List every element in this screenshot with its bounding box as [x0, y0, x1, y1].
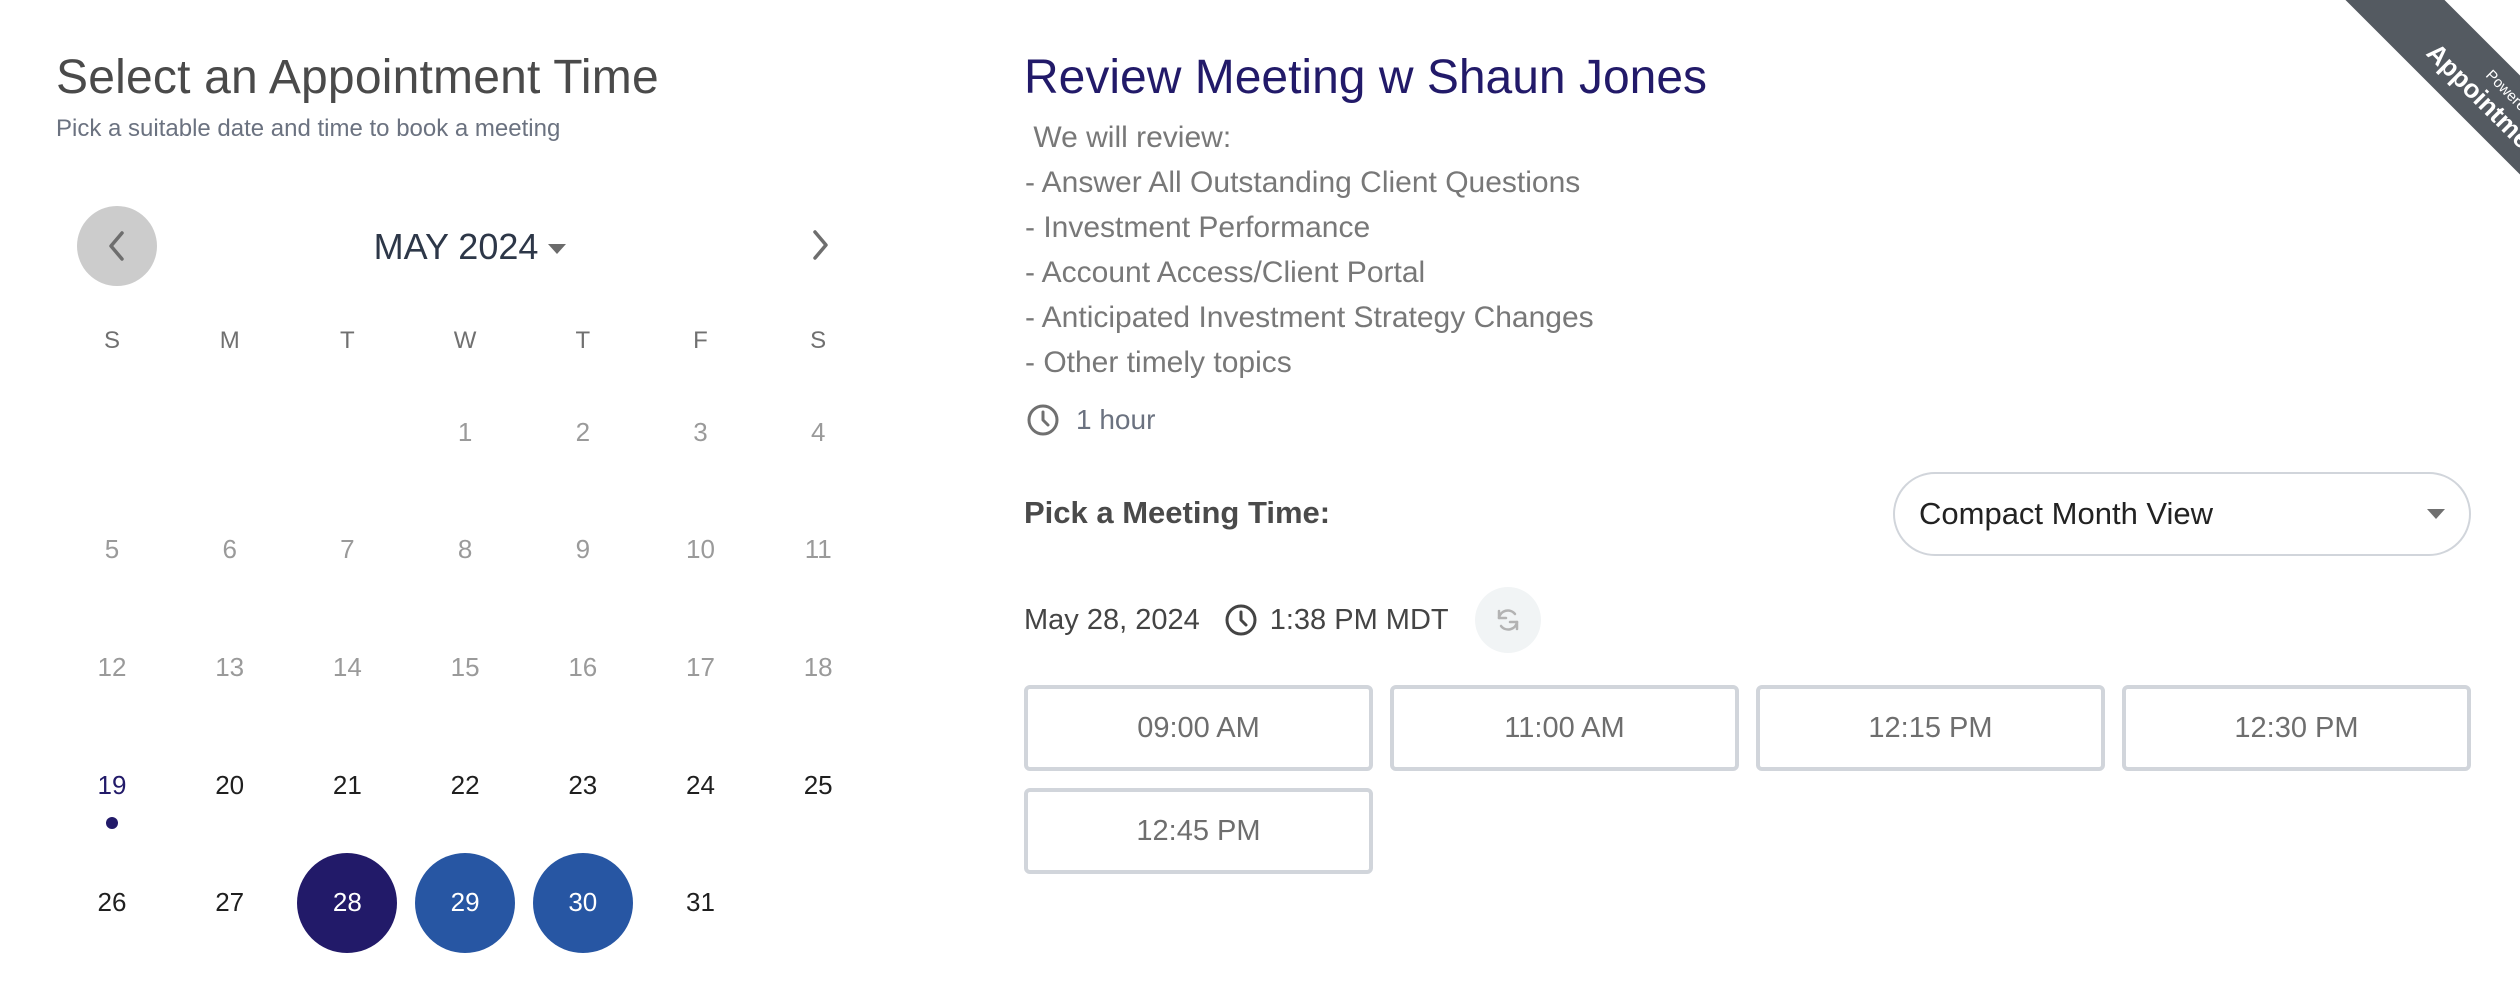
- weekday-label: W: [453, 327, 477, 354]
- calendar-day-13: 13: [215, 651, 245, 682]
- clock-icon: [1224, 603, 1258, 637]
- calendar-day-7: 7: [340, 534, 355, 565]
- calendar-day-12: 12: [97, 651, 127, 682]
- selected-date: May 28, 2024: [1024, 603, 1200, 636]
- calendar-day-1: 1: [457, 416, 473, 447]
- calendar-day-4: 4: [810, 416, 826, 447]
- calendar-day-3: 3: [693, 416, 708, 447]
- calendar-day-17: 17: [686, 651, 715, 682]
- calendar-day-29[interactable]: 29: [415, 852, 516, 953]
- next-month-button[interactable]: [800, 220, 840, 270]
- calendar-day-11: 11: [804, 534, 832, 565]
- chevron-right-icon: [813, 230, 828, 260]
- current-time: 1:38 PM MDT: [1269, 603, 1449, 636]
- description-line: - Investment Performance: [1025, 211, 1371, 244]
- calendar-day-25[interactable]: 25: [768, 735, 868, 835]
- calendar-day-27[interactable]: 27: [180, 853, 280, 953]
- month-year-label: MAY 2024: [373, 226, 539, 267]
- calendar-day-14: 14: [332, 651, 362, 682]
- calendar-view-select[interactable]: Compact Month View: [1893, 472, 2471, 556]
- weekday-label: M: [219, 327, 240, 354]
- weekday-label: S: [810, 327, 827, 354]
- description-line: - Other timely topics: [1025, 346, 1292, 379]
- refresh-icon: [1497, 609, 1518, 631]
- calendar-day-26[interactable]: 26: [62, 853, 162, 953]
- calendar-day-24[interactable]: 24: [651, 735, 751, 835]
- calendar-day-2: 2: [575, 416, 591, 447]
- calendar-day-8: 8: [457, 534, 473, 565]
- duration: 1 hour: [1026, 400, 1155, 440]
- prev-month-button[interactable]: [77, 206, 157, 286]
- calendar-day-10: 10: [686, 534, 715, 565]
- caret-down-icon: [548, 244, 567, 254]
- description-line: - Answer All Outstanding Client Question…: [1025, 166, 1581, 199]
- page-title: Select an Appointment Time: [56, 51, 659, 104]
- calendar-day-6: 6: [222, 534, 237, 565]
- calendar-day-15: 15: [450, 651, 480, 682]
- clock-icon: [1027, 404, 1059, 436]
- calendar-day-5: 5: [104, 534, 120, 565]
- description-line: We will review:: [1025, 121, 1232, 154]
- time-slot-grid: 09:00 AM 11:00 AM 12:15 PM 12:30 PM 12:4…: [1024, 685, 2471, 874]
- calendar-day-28[interactable]: 28: [297, 852, 398, 953]
- view-select-value: Compact Month View: [1919, 496, 2214, 531]
- time-slot-button[interactable]: 09:00 AM: [1024, 685, 1373, 771]
- ribbon-line-2: Appointments: [2420, 37, 2520, 182]
- weekday-label: F: [693, 327, 708, 354]
- calendar-day-21[interactable]: 21: [297, 735, 397, 835]
- calendar-day-20[interactable]: 20: [180, 735, 280, 835]
- powered-by-ribbon[interactable]: Powered by Appointments: [2320, 0, 2520, 200]
- page-subtitle: Pick a suitable date and time to book a …: [56, 115, 561, 142]
- today-indicator-dot: [106, 817, 118, 830]
- meeting-title: Review Meeting w Shaun Jones: [1024, 51, 1708, 104]
- time-slot-button[interactable]: 11:00 AM: [1390, 685, 1739, 771]
- selected-datetime: May 28, 2024 1:38 PM MDT: [1024, 587, 1541, 653]
- refresh-button[interactable]: [1474, 587, 1541, 653]
- weekday-label: S: [103, 327, 120, 354]
- calendar-day-16: 16: [568, 651, 598, 682]
- description-line: - Anticipated Investment Strategy Change…: [1025, 301, 1594, 334]
- calendar-day-23[interactable]: 23: [533, 735, 633, 835]
- chevron-left-icon: [109, 231, 124, 261]
- pick-meeting-time-label: Pick a Meeting Time:: [1024, 495, 1331, 530]
- time-slot-button[interactable]: 12:45 PM: [1024, 788, 1373, 874]
- weekday-label: T: [340, 327, 355, 354]
- time-slot-button[interactable]: 12:30 PM: [2122, 685, 2471, 771]
- caret-down-icon: [2427, 509, 2445, 519]
- calendar-day-9: 9: [575, 534, 591, 565]
- calendar-day-18: 18: [803, 651, 833, 682]
- duration-text: 1 hour: [1076, 404, 1156, 435]
- ribbon-band: Powered by Appointments: [2322, 0, 2520, 200]
- weekday-label: T: [575, 327, 591, 354]
- calendar-day-22[interactable]: 22: [415, 735, 515, 835]
- time-slot-button[interactable]: 12:15 PM: [1756, 685, 2105, 771]
- description-line: - Account Access/Client Portal: [1025, 256, 1426, 289]
- calendar-day-30[interactable]: 30: [532, 852, 633, 953]
- month-year-dropdown[interactable]: MAY 2024: [370, 224, 570, 270]
- calendar-day-31[interactable]: 31: [651, 853, 751, 953]
